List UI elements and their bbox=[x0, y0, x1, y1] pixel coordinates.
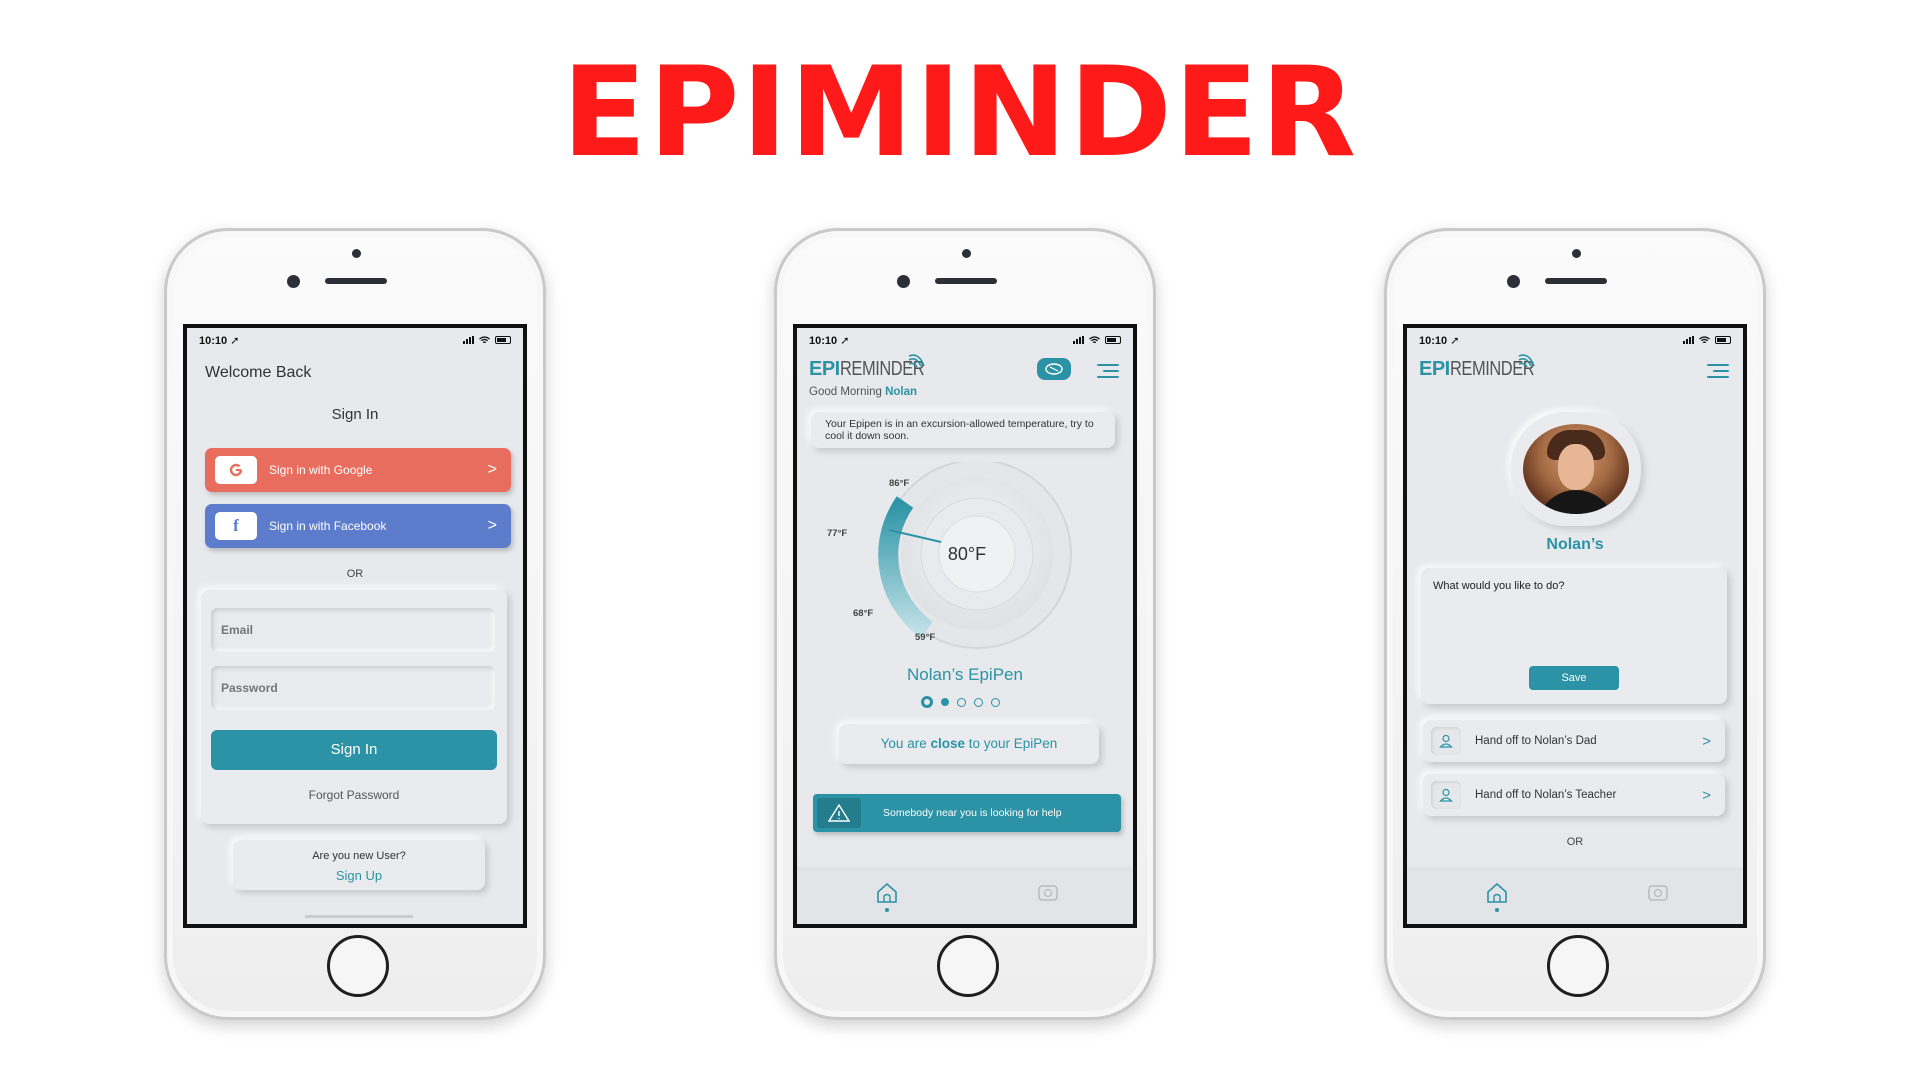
battery-icon bbox=[1105, 336, 1121, 344]
sign-up-link[interactable]: Sign Up bbox=[233, 868, 485, 883]
temperature-notice: Your Epipen is in an excursion-allowed t… bbox=[811, 412, 1115, 448]
status-bar: 10:10 ➚ bbox=[1419, 334, 1731, 348]
status-bar: 10:10 ➚ bbox=[809, 334, 1121, 348]
chevron-right-icon: > bbox=[1702, 732, 1711, 750]
email-field[interactable] bbox=[211, 608, 495, 652]
tab-bar bbox=[797, 870, 1133, 924]
action-prompt[interactable]: What would you like to do? bbox=[1433, 580, 1564, 592]
dashboard-screen: 10:10 ➚ EPIREMINDER Good Morning Nolan Y… bbox=[793, 324, 1137, 928]
facebook-icon: f bbox=[215, 512, 257, 540]
signal-icon bbox=[463, 336, 474, 344]
new-user-question: Are you new User? bbox=[312, 850, 406, 862]
home-icon[interactable] bbox=[875, 882, 899, 904]
or-divider: OR bbox=[1566, 836, 1584, 848]
home-button[interactable] bbox=[327, 935, 389, 997]
handoff-teacher-label: Hand off to Nolan’s Teacher bbox=[1475, 789, 1617, 801]
google-sign-in-button[interactable]: Sign in with Google > bbox=[205, 448, 511, 492]
signal-icon bbox=[1683, 336, 1694, 344]
status-time: 10:10 ➚ bbox=[199, 335, 240, 347]
status-bar: 10:10 ➚ bbox=[199, 334, 511, 348]
battery-icon bbox=[1715, 336, 1731, 344]
user-icon bbox=[1431, 727, 1461, 755]
home-button[interactable] bbox=[937, 935, 999, 997]
front-camera bbox=[1507, 275, 1520, 288]
front-camera bbox=[287, 275, 300, 288]
sign-in-form-card: Sign In Forgot Password bbox=[201, 590, 507, 824]
google-icon bbox=[215, 456, 257, 484]
menu-icon[interactable] bbox=[1707, 364, 1729, 382]
password-field[interactable] bbox=[211, 666, 495, 710]
phone-dashboard: 10:10 ➚ EPIREMINDER Good Morning Nolan Y… bbox=[774, 228, 1156, 1020]
carousel-dots[interactable] bbox=[921, 696, 1000, 708]
home-button[interactable] bbox=[1547, 935, 1609, 997]
gauge-label-68: 68°F bbox=[853, 608, 874, 619]
user-name: Nolan bbox=[885, 386, 918, 398]
google-label: Sign in with Google bbox=[269, 463, 373, 477]
device-icon[interactable] bbox=[1037, 884, 1059, 902]
status-time: 10:10 ➚ bbox=[1419, 335, 1460, 347]
home-icon[interactable] bbox=[1485, 882, 1509, 904]
earpiece bbox=[1545, 278, 1607, 284]
gauge-label-77: 77°F bbox=[827, 528, 848, 539]
phone-profile: 10:10 ➚ EPIREMINDER Nolan’s What would y… bbox=[1384, 228, 1766, 1020]
proximity-status: You are close to your EpiPen bbox=[839, 724, 1099, 764]
gauge-label-59: 59°F bbox=[915, 632, 936, 643]
home-indicator bbox=[305, 915, 413, 918]
tab-bar bbox=[1407, 870, 1743, 924]
help-alert-text: Somebody near you is looking for help bbox=[883, 806, 1062, 819]
carousel-dot[interactable] bbox=[921, 696, 933, 708]
epipen-device-icon[interactable] bbox=[1037, 358, 1071, 380]
signal-icon bbox=[1073, 336, 1084, 344]
user-icon bbox=[1431, 781, 1461, 809]
active-tab-dot bbox=[885, 908, 889, 912]
save-button[interactable]: Save bbox=[1529, 666, 1619, 690]
action-card: What would you like to do? Save bbox=[1421, 568, 1727, 704]
earpiece bbox=[325, 278, 387, 284]
carousel-dot[interactable] bbox=[974, 697, 983, 707]
sign-in-heading: Sign In bbox=[331, 406, 379, 423]
profile-name: Nolan’s bbox=[1546, 536, 1604, 553]
wifi-icon bbox=[479, 336, 490, 344]
phone-login: 10:10 ➚ Welcome Back Sign In Sign in wit… bbox=[164, 228, 546, 1020]
welcome-text: Welcome Back bbox=[205, 364, 312, 381]
greeting: Good Morning Nolan bbox=[809, 386, 918, 398]
active-tab-dot bbox=[1495, 908, 1499, 912]
gauge-label-86: 86°F bbox=[889, 478, 910, 489]
signal-waves-icon bbox=[908, 354, 925, 368]
handoff-teacher-button[interactable]: Hand off to Nolan’s Teacher > bbox=[1423, 774, 1725, 816]
chevron-right-icon: > bbox=[487, 517, 497, 534]
menu-icon[interactable] bbox=[1097, 364, 1119, 382]
facebook-sign-in-button[interactable]: f Sign in with Facebook > bbox=[205, 504, 511, 548]
headline: EPIMINDER bbox=[561, 41, 1359, 185]
help-alert-bar[interactable]: Somebody near you is looking for help bbox=[813, 794, 1121, 832]
facebook-label: Sign in with Facebook bbox=[269, 519, 387, 533]
avatar-frame bbox=[1511, 412, 1641, 526]
status-time: 10:10 ➚ bbox=[809, 335, 850, 347]
forgot-password-link[interactable]: Forgot Password bbox=[201, 788, 507, 802]
sign-up-card: Are you new User? Sign Up bbox=[233, 840, 485, 890]
device-title: Nolan’s EpiPen bbox=[907, 665, 1023, 684]
carousel-dot[interactable] bbox=[957, 697, 966, 707]
avatar[interactable] bbox=[1523, 424, 1629, 514]
profile-screen: 10:10 ➚ EPIREMINDER Nolan’s What would y… bbox=[1403, 324, 1747, 928]
current-temperature: 80°F bbox=[947, 544, 987, 564]
earpiece bbox=[935, 278, 997, 284]
signal-waves-icon bbox=[1518, 354, 1535, 368]
carousel-dot[interactable] bbox=[991, 697, 1000, 707]
chevron-right-icon: > bbox=[487, 461, 497, 478]
battery-icon bbox=[495, 336, 511, 344]
chevron-right-icon: > bbox=[1702, 786, 1711, 804]
device-icon[interactable] bbox=[1647, 884, 1669, 902]
wifi-icon bbox=[1699, 336, 1710, 344]
handoff-dad-button[interactable]: Hand off to Nolan’s Dad > bbox=[1423, 720, 1725, 762]
carousel-dot-active[interactable] bbox=[941, 698, 949, 706]
front-camera bbox=[897, 275, 910, 288]
login-screen: 10:10 ➚ Welcome Back Sign In Sign in wit… bbox=[183, 324, 527, 928]
warning-icon bbox=[817, 798, 861, 828]
handoff-dad-label: Hand off to Nolan’s Dad bbox=[1475, 735, 1597, 747]
or-divider: OR bbox=[346, 568, 364, 580]
wifi-icon bbox=[1089, 336, 1100, 344]
sign-in-button[interactable]: Sign In bbox=[211, 730, 497, 770]
